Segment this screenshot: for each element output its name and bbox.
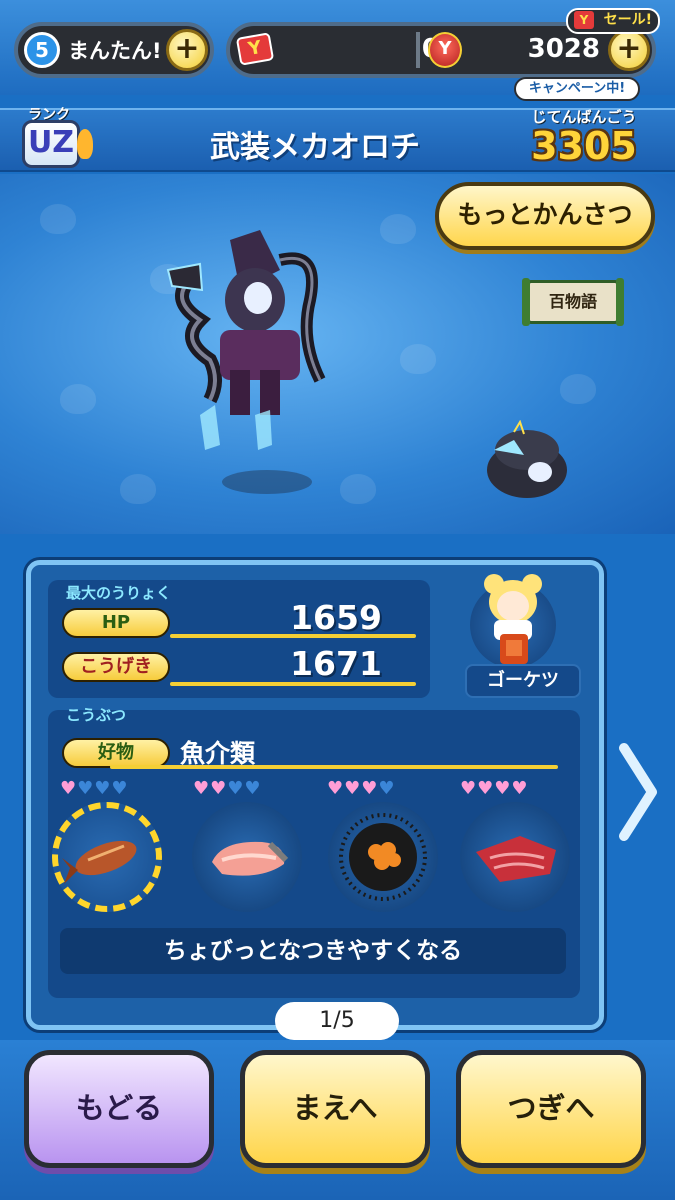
gacha-coin-icon: Y	[428, 32, 462, 68]
favorite-label: 好物	[62, 738, 170, 768]
tribe-girl-icon	[484, 574, 542, 664]
observe-more-button[interactable]: もっとかんさつ	[435, 182, 655, 250]
favorite-underline	[110, 765, 558, 769]
food-1-hearts: ♥♥♥♥	[60, 778, 129, 799]
next-button[interactable]: つぎへ	[456, 1050, 646, 1168]
food-slot-salmon[interactable]	[192, 802, 302, 912]
currency-divider	[416, 32, 420, 68]
yokai-character-sprite	[166, 230, 326, 450]
stamina-plus-button[interactable]: +	[166, 29, 208, 71]
next-page-arrow-icon[interactable]	[618, 742, 658, 842]
food-description: ちょびっとなつきやすくなる	[60, 928, 566, 974]
hp-value: 1659	[290, 598, 382, 637]
rank-badge: UZ	[22, 120, 93, 168]
bg-pattern-icon	[380, 214, 416, 244]
character-shadow	[222, 470, 312, 494]
coin-count: 3028	[527, 34, 600, 64]
campaign-badge: キャンペーン中!	[514, 77, 640, 101]
sale-ticket-icon: Y	[574, 11, 594, 29]
food-slot-fried-fish[interactable]	[52, 802, 162, 912]
tribe-label: ゴーケツ	[465, 664, 581, 698]
bg-pattern-icon	[400, 344, 436, 374]
dex-number: 3305	[531, 124, 637, 168]
ticket-icon: Y	[235, 32, 275, 66]
sea-urchin-icon	[339, 813, 427, 901]
bg-pattern-icon	[340, 474, 376, 504]
max-stats-label: 最大のうりょく	[66, 584, 172, 602]
previous-button[interactable]: まえへ	[240, 1050, 430, 1168]
page-indicator: 1/5	[275, 1002, 399, 1040]
food-slot-sea-urchin[interactable]	[328, 802, 438, 912]
back-button[interactable]: もどる	[24, 1050, 214, 1168]
attack-value: 1671	[290, 644, 382, 683]
bg-pattern-icon	[560, 374, 596, 404]
sale-badge[interactable]: Y セール!	[566, 8, 660, 34]
sale-label: セール!	[603, 12, 652, 28]
salmon-icon	[212, 841, 289, 876]
coin-plus-button[interactable]: +	[608, 29, 650, 71]
stamina-label: まんたん!	[68, 39, 162, 63]
attack-label: こうげき	[62, 652, 170, 682]
bg-pattern-icon	[60, 384, 96, 414]
player-level: 5	[24, 32, 60, 68]
hyaku-monogatari-button[interactable]: 百物語	[522, 278, 624, 326]
food-3-hearts: ♥♥♥♥	[327, 778, 396, 799]
favorite-value: 魚介類	[180, 739, 256, 768]
bg-pattern-icon	[40, 204, 76, 234]
rank-value: UZ	[27, 125, 75, 160]
stamina-panel: 5 まんたん! +	[14, 22, 214, 78]
food-section-label: こうぶつ	[66, 706, 127, 724]
yokai-name: 武装メカオロチ	[210, 130, 420, 165]
fried-fish-icon	[62, 840, 137, 884]
bg-pattern-icon	[120, 474, 156, 504]
tuna-icon	[476, 836, 556, 882]
food-4-hearts: ♥♥♥♥	[460, 778, 529, 799]
food-2-hearts: ♥♥♥♥	[193, 778, 262, 799]
hp-label: HP	[62, 608, 170, 638]
rank-flame-icon	[77, 129, 93, 159]
mini-yokai-sprite	[487, 420, 567, 498]
food-slot-tuna[interactable]	[460, 802, 570, 912]
